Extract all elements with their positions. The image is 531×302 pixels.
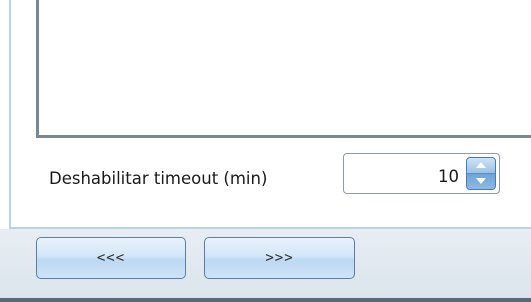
list-box[interactable] [36, 0, 531, 138]
timeout-stepper[interactable]: 10 [343, 153, 500, 194]
chevron-down-icon [476, 178, 486, 185]
timeout-value[interactable]: 10 [438, 167, 459, 186]
chevron-up-icon [476, 162, 486, 169]
stepper-decrement-button[interactable] [467, 174, 495, 190]
stepper-increment-button[interactable] [467, 158, 495, 174]
timeout-label: Deshabilitar timeout (min) [49, 169, 268, 188]
bottom-toolbar: <<< >>> [0, 229, 531, 302]
previous-button[interactable]: <<< [36, 237, 186, 279]
stepper-buttons [466, 157, 496, 190]
next-button[interactable]: >>> [204, 237, 355, 279]
toolbar-divider [0, 298, 531, 302]
